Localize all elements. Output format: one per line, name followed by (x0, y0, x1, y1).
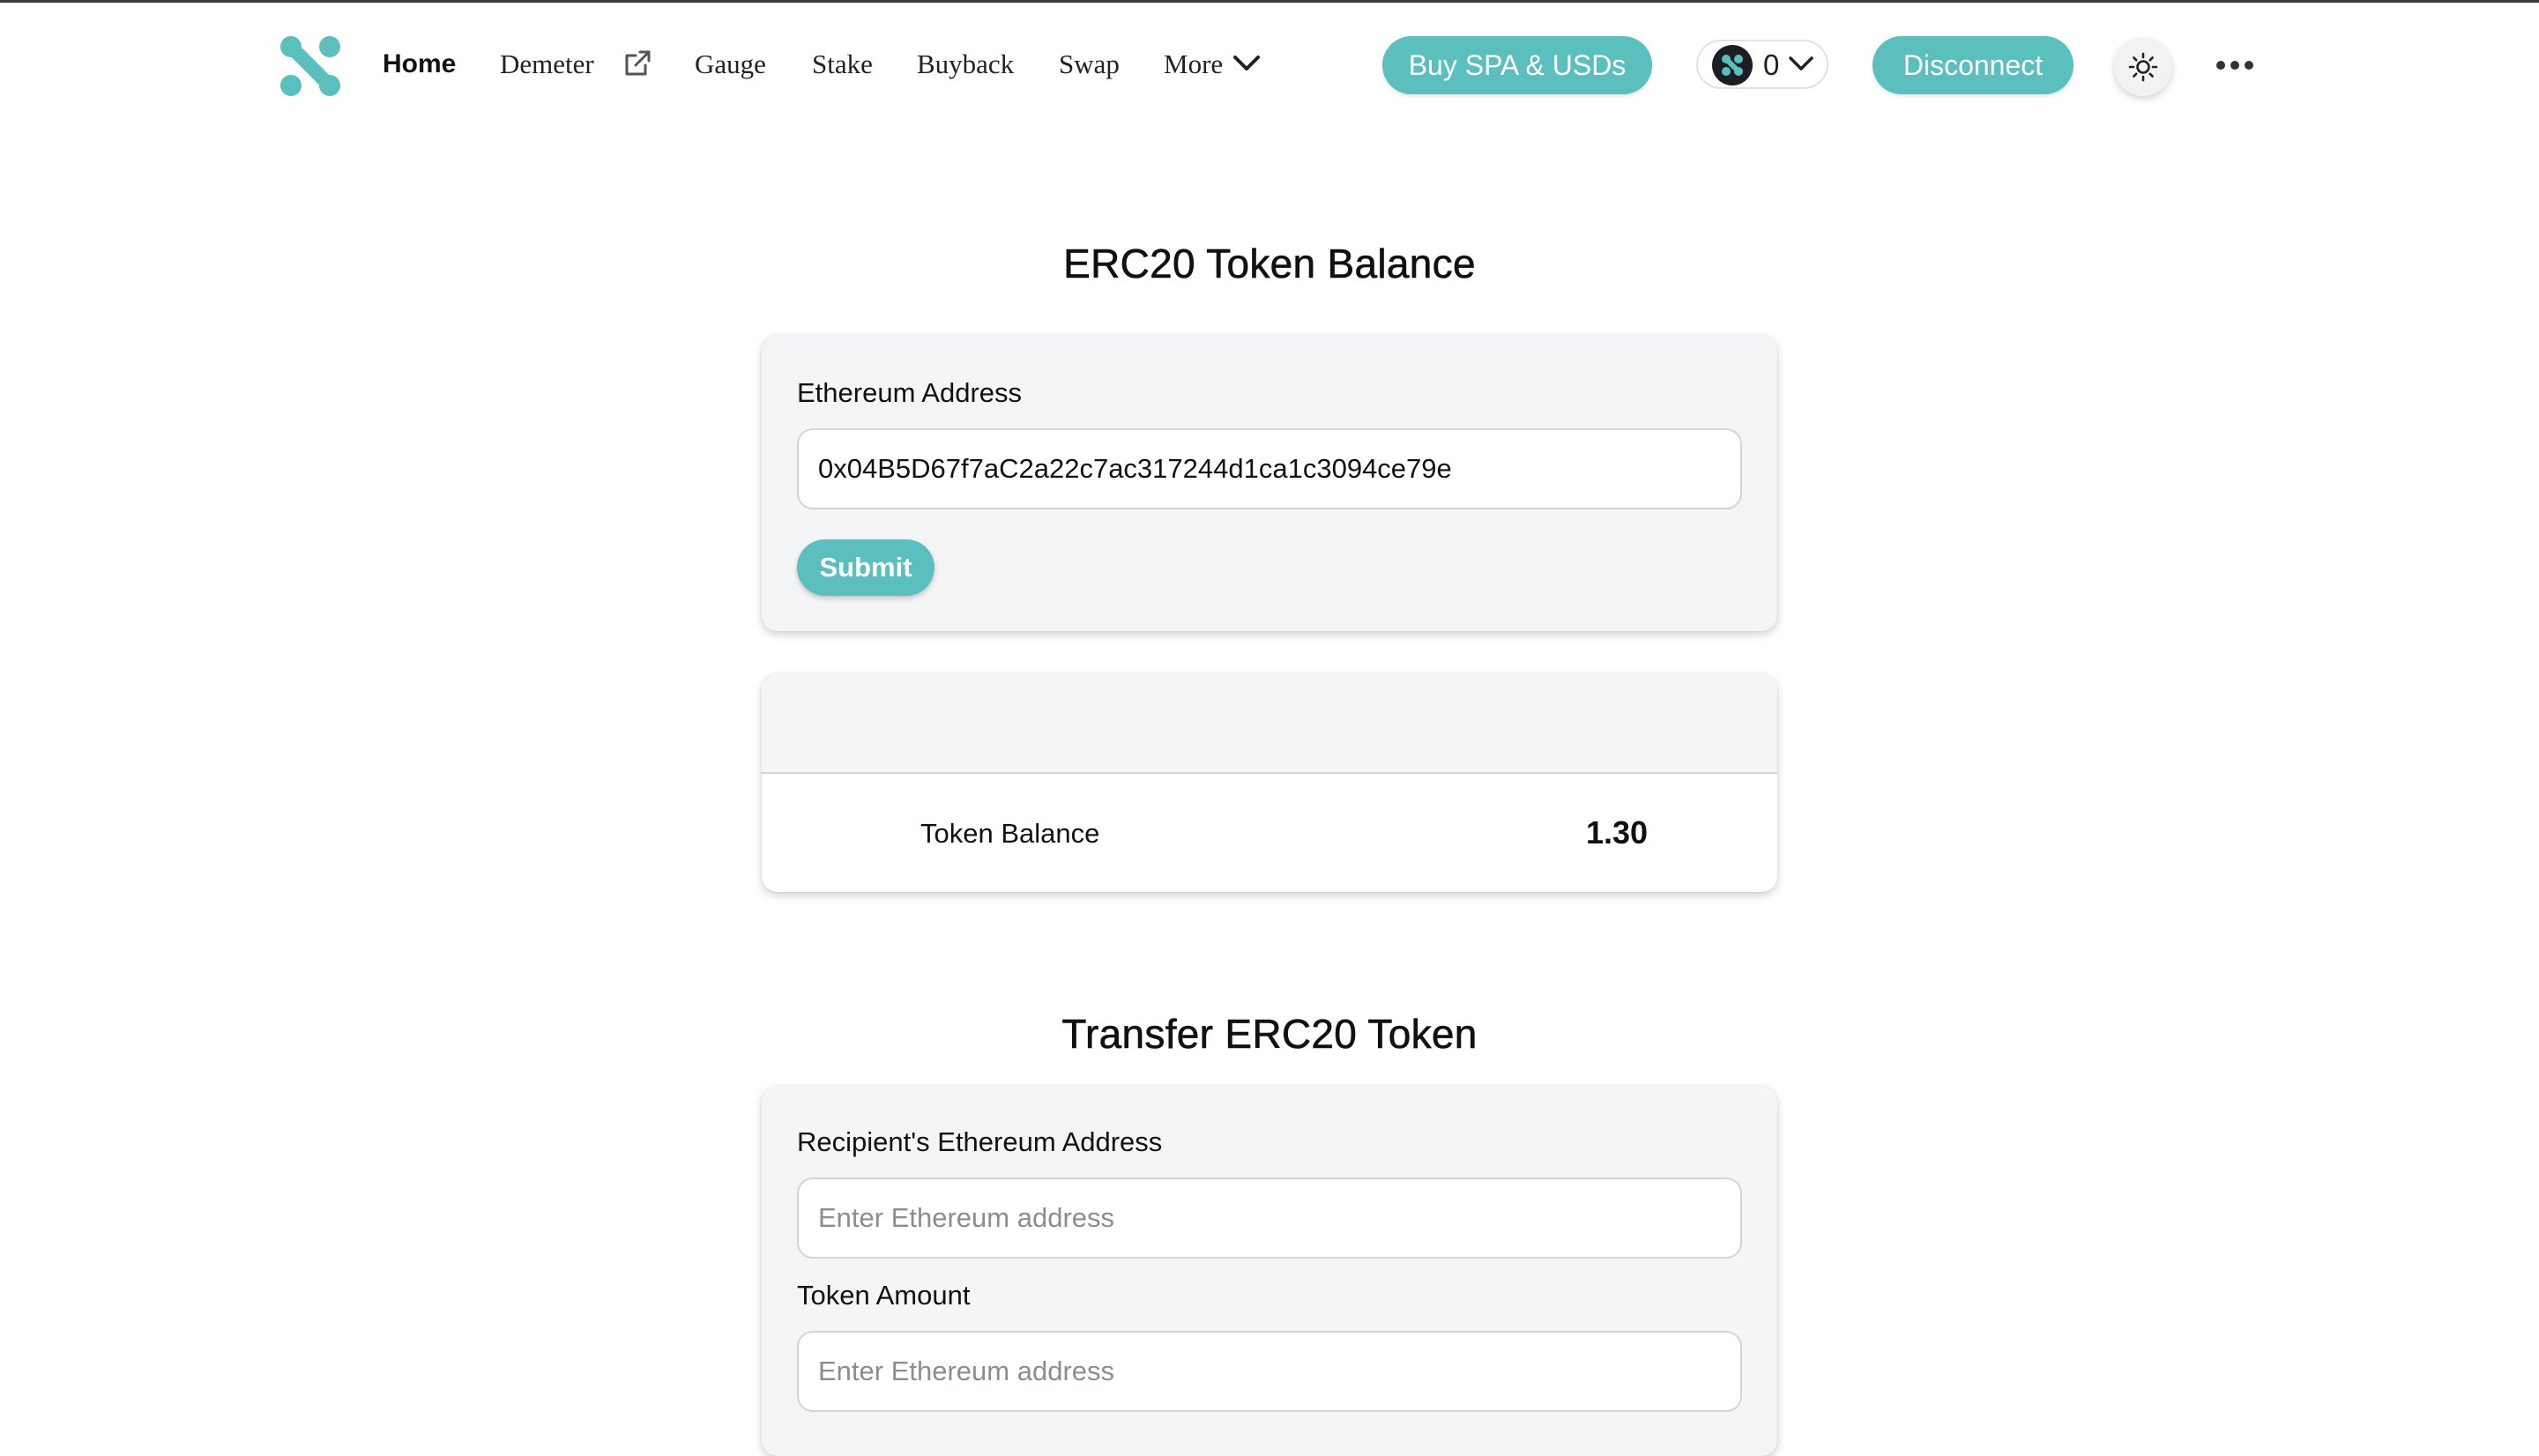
nav-buyback[interactable]: Buyback (917, 47, 1014, 82)
token-amount-label: Token Amount (797, 1280, 971, 1311)
transfer-section-title: Transfer ERC20 Token (1061, 1011, 1478, 1058)
top-navbar: Home Demeter Gauge Stake Buyback Swap Mo… (0, 3, 2539, 126)
nav-home[interactable]: Home (383, 47, 456, 82)
theme-toggle-button[interactable] (2114, 38, 2172, 96)
nav-more[interactable]: More (1164, 47, 1223, 82)
token-balance-card-header (762, 673, 1777, 774)
balance-section-title: ERC20 Token Balance (1063, 241, 1476, 287)
nav-demeter[interactable]: Demeter (500, 47, 594, 82)
sun-icon (2128, 52, 2158, 82)
address-form-card: Ethereum Address Submit (762, 335, 1777, 631)
submit-button[interactable]: Submit (797, 539, 934, 596)
token-balance-label: Token Balance (920, 818, 1100, 849)
recipient-address-input[interactable] (797, 1177, 1742, 1259)
nav-gauge[interactable]: Gauge (695, 47, 766, 82)
wallet-count: 0 (1763, 48, 1780, 81)
chevron-down-icon[interactable] (1232, 54, 1261, 73)
recipient-address-label: Recipient's Ethereum Address (797, 1126, 1163, 1157)
nav-stake[interactable]: Stake (812, 47, 873, 82)
wallet-selector[interactable]: 0 (1696, 40, 1828, 89)
external-link-icon[interactable] (622, 48, 652, 78)
token-balance-row: Token Balance 1.30 (762, 774, 1777, 892)
chevron-down-icon (1789, 56, 1813, 71)
nav-swap[interactable]: Swap (1059, 47, 1120, 82)
token-balance-value: 1.30 (1585, 814, 1649, 851)
sperax-logo[interactable] (279, 34, 342, 98)
transfer-form-card: Recipient's Ethereum Address Token Amoun… (762, 1086, 1777, 1456)
token-amount-input[interactable] (797, 1331, 1742, 1412)
buy-spa-usds-button[interactable]: Buy SPA & USDs (1382, 36, 1652, 94)
disconnect-button[interactable]: Disconnect (1873, 36, 2074, 94)
ethereum-address-label: Ethereum Address (797, 377, 1023, 408)
ethereum-address-input[interactable] (797, 428, 1742, 509)
wallet-avatar-icon (1712, 45, 1753, 85)
token-balance-card: Token Balance 1.30 (762, 673, 1777, 892)
ellipsis-icon[interactable] (2215, 54, 2255, 77)
